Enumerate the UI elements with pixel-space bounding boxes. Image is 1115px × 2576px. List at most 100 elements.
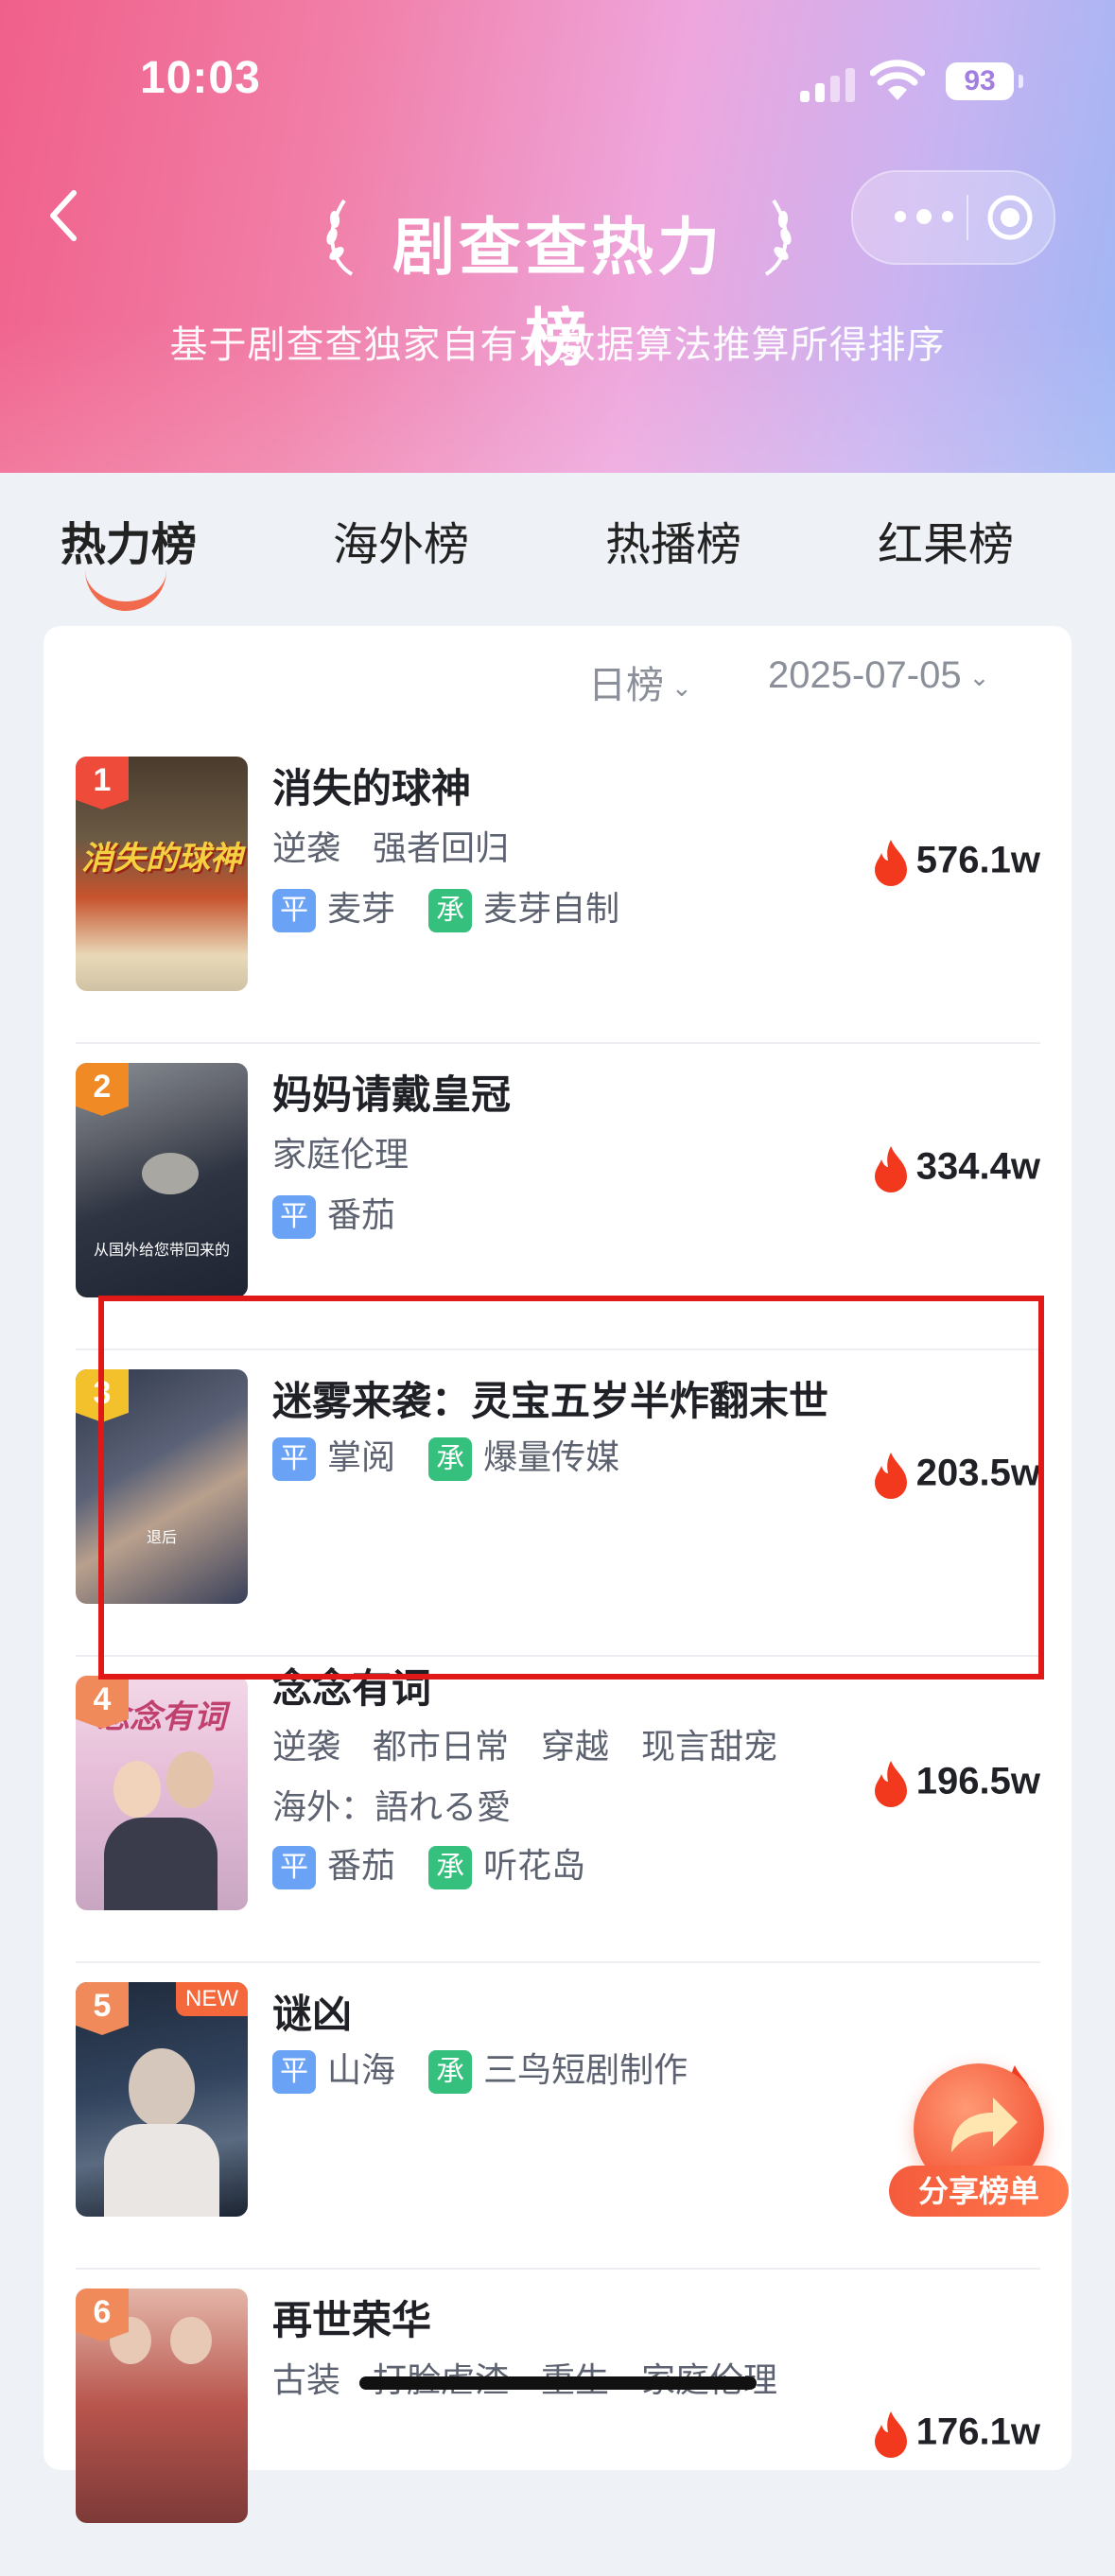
platform-tag: 平 — [272, 889, 316, 932]
genre-tag: 穿越 — [541, 1728, 610, 1767]
source-chips: 平番茄 承听花岛 — [272, 1838, 614, 1889]
chevron-down-icon: ⌄ — [671, 672, 692, 702]
heat-value: 334.4w — [871, 1144, 1040, 1193]
period-label: 日榜 — [588, 665, 664, 706]
poster-figure — [113, 1761, 161, 1818]
poster-image: 5 NEW — [76, 1982, 248, 2217]
genre-tag: 逆袭 — [272, 1728, 341, 1767]
list-item[interactable]: 念念有词 4 念念有词 逆袭 都市日常 穿越 现言甜宠 海外：語れる愛 平番茄 承听花… — [76, 1657, 1040, 1963]
page-title: 剧查查热力榜 — [392, 211, 723, 374]
platform-chip: 平山海 — [272, 2043, 395, 2094]
laurel-left-icon — [326, 199, 354, 276]
miniprogram-capsule — [851, 170, 1055, 265]
flame-icon — [874, 1761, 907, 1807]
platform-tag: 平 — [272, 2050, 316, 2094]
ranking-tabs: 热力榜 海外榜 热播榜 红果榜 — [0, 473, 1115, 611]
genre-tags: 逆袭 强者回归 — [272, 821, 541, 870]
poster-figure — [129, 2048, 195, 2128]
status-bar: 10:03 93 — [0, 0, 1115, 161]
heat-value: 196.5w — [871, 1759, 1040, 1808]
rank-badge: 6 — [76, 2289, 129, 2341]
home-indicator — [359, 2376, 757, 2390]
drama-title: 消失的球神 — [272, 765, 472, 811]
source-chips: 平山海 承三鸟短剧制作 — [272, 2043, 716, 2094]
genre-tag: 都市日常 — [373, 1728, 510, 1767]
more-dots-icon[interactable] — [891, 202, 957, 231]
flame-icon — [874, 1146, 907, 1192]
drama-title: 再世荣华 — [272, 2297, 432, 2343]
producer-tag: 承 — [428, 889, 473, 932]
genre-tag: 强者回归 — [373, 829, 510, 868]
share-ranking-button[interactable]: 分享榜单 — [889, 2063, 1069, 2224]
heat-value: 576.1w — [871, 838, 1040, 887]
heat-number: 334.4w — [915, 1145, 1040, 1188]
platform-chip: 平番茄 — [272, 1838, 395, 1889]
poster-figure — [170, 2317, 212, 2364]
header-banner: 10:03 93 剧查查热力榜 基于剧查查独家自有大数据算法推算所得排序 — [0, 0, 1115, 473]
genre-tags: 家庭伦理 — [272, 1127, 441, 1176]
list-item[interactable]: 消失的球神 1 消失的球神 逆袭 强者回归 平麦芽 承麦芽自制 576.1w — [76, 738, 1040, 1044]
genre-tag: 古装 — [272, 2361, 341, 2400]
heat-number: 176.1w — [915, 2411, 1040, 2453]
genre-tag: 家庭伦理 — [272, 1136, 409, 1175]
close-target-icon[interactable] — [985, 193, 1035, 242]
battery-indicator: 93 — [946, 62, 1023, 100]
poster-text: 从国外给您带回来的 — [93, 1241, 230, 1259]
platform-name: 番茄 — [327, 1847, 396, 1886]
flame-icon — [874, 840, 907, 886]
rank-badge: 2 — [76, 1063, 129, 1116]
poster-figure — [104, 1818, 218, 1910]
producer-tag: 承 — [428, 2050, 473, 2094]
laurel-right-icon — [764, 199, 792, 276]
tab-hongguo[interactable]: 红果榜 — [878, 507, 1014, 573]
overseas-title: 海外：語れる愛 — [272, 1788, 512, 1827]
genre-tags: 逆袭 都市日常 穿越 现言甜宠 — [272, 1719, 810, 1768]
tab-hot-play[interactable]: 热播榜 — [605, 507, 741, 573]
rank-badge: 1 — [76, 757, 129, 809]
producer-tag: 承 — [428, 1846, 473, 1889]
tab-heat[interactable]: 热力榜 — [61, 507, 197, 573]
rank-badge: 4 — [76, 1676, 129, 1729]
title-row: 剧查查热力榜 — [312, 185, 804, 374]
poster-coin — [142, 1153, 199, 1194]
share-label: 分享榜单 — [889, 2166, 1069, 2217]
date-label: 2025-07-05 — [768, 654, 962, 696]
poster-text: 消失的球神 — [81, 840, 242, 878]
genre-tag: 现言甜宠 — [641, 1728, 778, 1767]
poster-image: 念念有词 4 — [76, 1676, 248, 1910]
genre-tag: 逆袭 — [272, 829, 341, 868]
producer-name: 三鸟短剧制作 — [483, 2051, 688, 2090]
poster-image: 6 — [76, 2289, 248, 2523]
back-arrow-icon[interactable] — [42, 187, 89, 244]
chevron-down-icon: ⌄ — [968, 662, 990, 691]
source-chips: 平番茄 — [272, 1188, 424, 1239]
source-chips: 平麦芽 承麦芽自制 — [272, 881, 648, 932]
heat-number: 576.1w — [915, 839, 1040, 881]
platform-chip: 平番茄 — [272, 1188, 395, 1239]
poster-figure — [166, 1751, 214, 1808]
cellular-signal-icon — [800, 66, 857, 102]
capsule-divider — [967, 195, 968, 240]
new-badge: NEW — [176, 1982, 248, 2016]
poster-figure — [104, 2124, 219, 2217]
platform-name: 番茄 — [327, 1196, 396, 1235]
status-time: 10:03 — [140, 53, 261, 103]
platform-name: 麦芽 — [327, 890, 396, 929]
producer-chip: 承麦芽自制 — [428, 881, 619, 932]
period-selector[interactable]: 日榜 ⌄ — [588, 654, 692, 709]
producer-name: 听花岛 — [483, 1847, 586, 1886]
producer-chip: 承听花岛 — [428, 1838, 585, 1889]
platform-chip: 平麦芽 — [272, 881, 395, 932]
poster-image: 从国外给您带回来的 2 — [76, 1063, 248, 1297]
selection-highlight-box — [98, 1296, 1044, 1680]
list-item[interactable]: 6 再世荣华 古装打脸虐渣重生家庭伦理 176.1w — [76, 2270, 1040, 2576]
filter-bar: 日榜 ⌄ 2025-07-05 ⌄ — [44, 654, 1071, 711]
date-selector[interactable]: 2025-07-05 ⌄ — [768, 654, 989, 697]
heat-number: 196.5w — [915, 1760, 1040, 1802]
producer-chip: 承三鸟短剧制作 — [428, 2043, 688, 2094]
drama-title: 妈妈请戴皇冠 — [272, 1071, 512, 1118]
drama-title: 谜凶 — [272, 1991, 353, 2037]
platform-tag: 平 — [272, 1195, 316, 1239]
wifi-icon — [870, 60, 925, 100]
tab-overseas[interactable]: 海外榜 — [333, 507, 469, 573]
